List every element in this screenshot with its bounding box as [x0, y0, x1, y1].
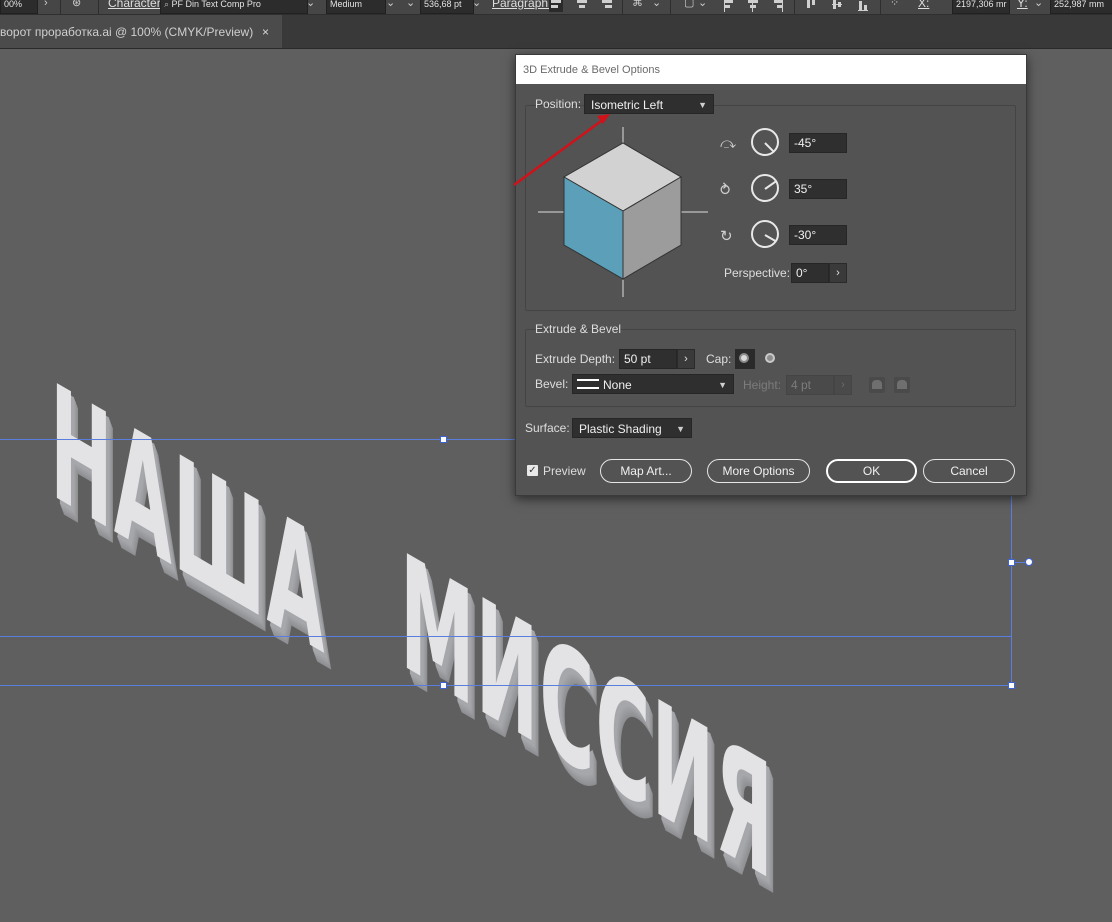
cancel-button[interactable]: Cancel: [923, 459, 1015, 483]
extrude-bevel-group-title: Extrude & Bevel: [535, 322, 622, 336]
character-panel-link[interactable]: Character:: [108, 0, 164, 12]
selection-handle-right[interactable]: [1008, 559, 1015, 566]
align-horizontal-centers-icon[interactable]: [746, 0, 760, 12]
3d-text-line-1[interactable]: НАША: [50, 349, 326, 692]
align-left-icon[interactable]: [549, 0, 563, 12]
chevron-down-icon[interactable]: ⌄: [472, 0, 481, 12]
more-options-button[interactable]: More Options: [707, 459, 810, 483]
selection-edge-bottom: [0, 685, 1012, 686]
chevron-down-icon[interactable]: ⌄: [306, 0, 315, 12]
bevel-none-icon: [577, 379, 599, 389]
align-right-icon[interactable]: [600, 0, 614, 12]
rotate-x-axis-icon: ⤼: [720, 135, 737, 152]
extrude-depth-label: Extrude Depth:: [535, 352, 616, 366]
font-style-select[interactable]: Medium: [326, 0, 386, 14]
perspective-label: Perspective:: [724, 266, 791, 280]
perspective-slider-button[interactable]: ›: [829, 263, 847, 283]
align-bottom-edges-icon[interactable]: [856, 0, 870, 12]
chevron-down-icon: ▼: [698, 100, 707, 110]
letter-glyph: С: [539, 599, 596, 816]
map-art-button[interactable]: Map Art...: [600, 459, 692, 483]
chevron-down-icon[interactable]: ⌄: [386, 0, 395, 12]
dialog-title: 3D Extrude & Bevel Options: [516, 55, 1026, 84]
x-label: X:: [918, 0, 930, 10]
height-field[interactable]: 4 pt: [786, 375, 834, 395]
bevel-extent-out-icon[interactable]: [894, 377, 910, 393]
chevron-down-icon[interactable]: ⌄: [698, 0, 707, 12]
letter-glyph: И: [651, 664, 716, 885]
3d-text-line-2[interactable]: МИССИЯ: [400, 519, 774, 919]
letter-glyph: С: [595, 632, 652, 848]
recolor-icon[interactable]: ⊛: [72, 0, 81, 12]
letter-glyph: Ш: [172, 420, 267, 658]
document-tab-title: ворот проработка.ai @ 100% (CMYK/Preview…: [0, 25, 254, 39]
document-tab-bar: ворот проработка.ai @ 100% (CMYK/Preview…: [0, 15, 1112, 49]
height-label: Height:: [743, 378, 782, 392]
align-left-edges-icon[interactable]: [722, 0, 736, 12]
letter-glyph: Я: [715, 701, 775, 919]
cap-label: Cap:: [706, 352, 732, 366]
height-slider-button[interactable]: ›: [834, 375, 852, 395]
chevron-down-icon: ▼: [676, 424, 685, 434]
align-top-edges-icon[interactable]: [804, 0, 818, 12]
rotation-z-field[interactable]: -30°: [789, 225, 847, 245]
x-field[interactable]: 2197,306 mr: [952, 0, 1010, 14]
cap-off-icon[interactable]: [761, 349, 781, 369]
selection-handle-bottom[interactable]: [440, 682, 447, 689]
letter-glyph: И: [475, 562, 540, 783]
extrude-bevel-dialog: 3D Extrude & Bevel Options Position: Iso…: [513, 54, 1027, 496]
rotation-x-dial[interactable]: [751, 128, 779, 156]
rotation-y-dial[interactable]: [751, 174, 779, 202]
chevron-down-icon: ▼: [718, 380, 727, 390]
control-bar: 00% › ⊛ Character: ⌕ PF Din Text Comp Pr…: [0, 0, 1112, 15]
letter-glyph: А: [266, 474, 326, 692]
rotation-z-dial[interactable]: [751, 220, 779, 248]
surface-select[interactable]: Plastic Shading ▼: [572, 418, 692, 438]
letter-glyph: Н: [50, 349, 114, 569]
bevel-select[interactable]: None ▼: [572, 374, 734, 394]
font-size-field[interactable]: 536,68 pt: [420, 0, 474, 14]
rotation-x-field[interactable]: -45°: [789, 133, 847, 153]
align-right-edges-icon[interactable]: [771, 0, 785, 12]
y-field[interactable]: 252,987 mm: [1050, 0, 1112, 14]
stepper-down-icon[interactable]: ⌄: [1034, 0, 1043, 12]
selection-handle-top[interactable]: [440, 436, 447, 443]
font-search-icon: ⌕: [164, 0, 172, 9]
rotate-y-axis-icon: ⥁: [720, 182, 731, 199]
align-center-icon[interactable]: [575, 0, 589, 12]
reference-point-icon[interactable]: ⁘: [890, 0, 899, 12]
align-vertical-centers-icon[interactable]: [830, 0, 844, 12]
baseline-guide: [0, 636, 1012, 637]
document-tab[interactable]: ворот проработка.ai @ 100% (CMYK/Preview…: [0, 15, 282, 48]
selection-handle-bottom-right[interactable]: [1008, 682, 1015, 689]
extrude-depth-slider-button[interactable]: ›: [677, 349, 695, 369]
bevel-extent-in-icon[interactable]: [869, 377, 885, 393]
preview-checkbox[interactable]: ✓: [527, 465, 538, 476]
envelope-warp-icon[interactable]: ⌘: [632, 0, 643, 12]
extrude-depth-field[interactable]: 50 pt: [619, 349, 677, 369]
select-similar-icon[interactable]: ▢: [684, 0, 694, 12]
surface-label: Surface:: [525, 421, 570, 435]
paragraph-panel-link[interactable]: Paragraph:: [492, 0, 551, 12]
chevron-right-icon[interactable]: ›: [44, 0, 48, 12]
ok-button[interactable]: OK: [826, 459, 917, 483]
font-family-select[interactable]: ⌕ PF Din Text Comp Pro: [160, 0, 308, 14]
letter-glyph: М: [400, 519, 476, 746]
rotation-y-field[interactable]: 35°: [789, 179, 847, 199]
cap-on-icon[interactable]: [735, 349, 755, 369]
rotate-z-axis-icon: ↻: [720, 228, 733, 245]
annotation-arrow: [513, 114, 610, 187]
perspective-field[interactable]: 0°: [791, 263, 829, 283]
y-label: Y:: [1017, 0, 1028, 10]
preview-label[interactable]: Preview: [543, 464, 586, 478]
stepper-down-icon[interactable]: ⌄: [406, 0, 415, 12]
bevel-label: Bevel:: [535, 377, 569, 391]
close-icon[interactable]: ×: [262, 15, 269, 50]
rotation-handle[interactable]: [1025, 558, 1033, 566]
letter-glyph: А: [113, 385, 173, 603]
zoom-field[interactable]: 00%: [0, 0, 38, 14]
chevron-down-icon[interactable]: ⌄: [652, 0, 661, 12]
